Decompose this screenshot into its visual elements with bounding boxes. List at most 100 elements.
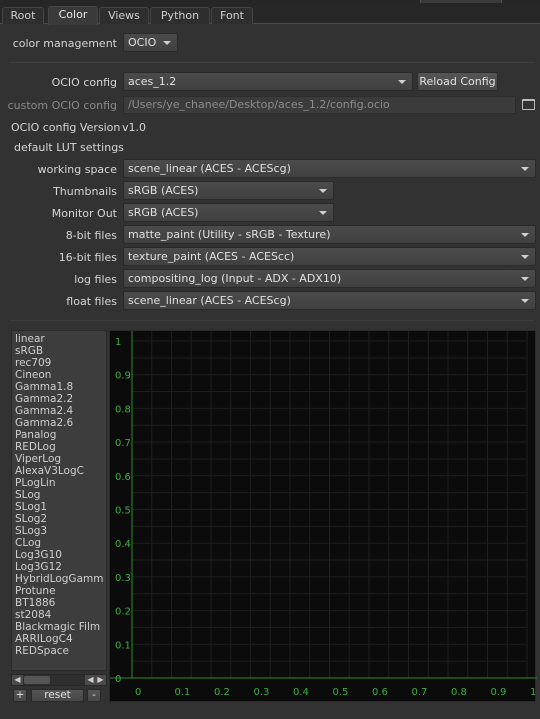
y-tick-label: 0 [115, 674, 121, 685]
list-item[interactable]: BT1886 [12, 597, 106, 609]
monitor-out-value: sRGB (ACES) [128, 206, 199, 219]
tab-views[interactable]: Views [99, 7, 149, 24]
x-tick-label: 1 [530, 687, 536, 698]
list-item[interactable]: Log3G10 [12, 549, 106, 561]
tab-root[interactable]: Root [2, 7, 44, 24]
scroll-right-icon[interactable]: ▶ [95, 675, 106, 685]
y-tick-label: 1 [115, 337, 121, 348]
ocio-version-label: OCIO config Version [11, 121, 121, 134]
color-management-dropdown[interactable]: OCIO [123, 33, 178, 52]
16bit-files-label: 16-bit files [58, 251, 117, 264]
list-item[interactable]: ViperLog [12, 453, 106, 465]
thumbnails-label: Thumbnails [53, 185, 117, 198]
x-tick-label: 0.8 [451, 687, 467, 698]
divider [10, 320, 534, 321]
list-item[interactable]: SLog1 [12, 501, 106, 513]
list-item[interactable]: ARRILogC4 [12, 633, 106, 645]
curve-list-scrollbar[interactable]: ◀ ◀ ▶ [11, 674, 107, 686]
curve-graph[interactable]: 1 0.9 0.8 0.7 0.6 0.5 0.4 0.3 0.2 0.1 0 0 0.1 0.2 0.3 0… [109, 330, 537, 703]
x-tick-label: 0 [135, 687, 141, 698]
tab-python[interactable]: Python [150, 7, 210, 24]
x-tick-label: 0.3 [254, 687, 270, 698]
list-item[interactable]: CLog [12, 537, 106, 549]
list-item[interactable]: SLog2 [12, 513, 106, 525]
list-item[interactable]: Blackmagic Film [12, 621, 106, 633]
16bit-files-dropdown[interactable]: texture_paint (ACES - ACEScc) [123, 247, 536, 266]
panel-grip[interactable] [420, 0, 502, 3]
divider [10, 62, 534, 63]
working-space-dropdown[interactable]: scene_linear (ACES - ACEScg) [123, 159, 536, 178]
custom-ocio-config-field[interactable]: /Users/ye_chanee/Desktop/aces_1.2/config… [123, 96, 516, 114]
chevron-down-icon [521, 233, 529, 237]
x-tick-label: 0.9 [491, 687, 507, 698]
remove-curve-button[interactable]: - [87, 689, 101, 702]
list-item[interactable]: AlexaV3LogC [12, 465, 106, 477]
list-item[interactable]: SLog3 [12, 525, 106, 537]
chevron-down-icon [163, 41, 171, 45]
chevron-down-icon [319, 189, 327, 193]
curve-graph-canvas[interactable]: 1 0.9 0.8 0.7 0.6 0.5 0.4 0.3 0.2 0.1 0 0 0.1 0.2 0.3 0… [110, 331, 537, 703]
thumbnails-dropdown[interactable]: sRGB (ACES) [123, 181, 334, 200]
log-files-label: log files [74, 273, 117, 286]
chevron-down-icon [521, 277, 529, 281]
list-item[interactable]: Cineon [12, 369, 106, 381]
log-files-dropdown[interactable]: compositing_log (Input - ADX - ADX10) [123, 269, 536, 288]
add-curve-button[interactable]: + [13, 689, 27, 702]
chevron-down-icon [521, 167, 529, 171]
y-tick-label: 0.4 [115, 539, 131, 550]
x-tick-label: 0.7 [412, 687, 428, 698]
color-management-label: color management [12, 37, 117, 50]
list-item[interactable]: Gamma1.8 [12, 381, 106, 393]
list-item[interactable]: Gamma2.6 [12, 417, 106, 429]
list-item[interactable]: HybridLogGamm [12, 573, 106, 585]
list-item[interactable]: Gamma2.2 [12, 393, 106, 405]
list-item[interactable]: st2084 [12, 609, 106, 621]
float-files-dropdown[interactable]: scene_linear (ACES - ACEScg) [123, 291, 536, 310]
y-tick-label: 0.2 [115, 607, 131, 618]
ocio-version-value: v1.0 [122, 121, 147, 134]
x-tick-label: 0.2 [214, 687, 230, 698]
list-item[interactable]: sRGB [12, 345, 106, 357]
default-lut-settings-heading: default LUT settings [14, 141, 124, 154]
reload-config-button[interactable]: Reload Config [417, 72, 498, 91]
custom-ocio-config-label: custom OCIO config [7, 99, 117, 112]
color-panel: color management OCIO OCIO config aces_1… [4, 25, 537, 718]
ocio-config-value: aces_1.2 [128, 75, 177, 88]
chevron-down-icon [521, 255, 529, 259]
chevron-down-icon [398, 80, 406, 84]
thumbnails-value: sRGB (ACES) [128, 184, 199, 197]
list-item[interactable]: Protune [12, 585, 106, 597]
monitor-out-label: Monitor Out [51, 207, 117, 220]
scrollbar-thumb[interactable] [24, 676, 50, 684]
list-item[interactable]: rec709 [12, 357, 106, 369]
y-tick-label: 0.8 [115, 404, 131, 415]
x-tick-label: 0.4 [293, 687, 309, 698]
8bit-files-dropdown[interactable]: matte_paint (Utility - sRGB - Texture) [123, 225, 536, 244]
y-tick-label: 0.3 [115, 573, 131, 584]
chevron-down-icon [521, 299, 529, 303]
tab-color[interactable]: Color [48, 6, 98, 25]
y-tick-label: 0.5 [115, 506, 131, 517]
float-files-value: scene_linear (ACES - ACEScg) [128, 294, 291, 307]
list-item[interactable]: Gamma2.4 [12, 405, 106, 417]
working-space-label: working space [37, 163, 117, 176]
y-tick-label: 0.9 [115, 371, 131, 382]
lut-curve-list[interactable]: linear sRGB rec709 Cineon Gamma1.8 Gamma2.2 Ga… [11, 330, 107, 671]
list-item[interactable]: REDSpace [12, 645, 106, 657]
log-files-value: compositing_log (Input - ADX - ADX10) [128, 272, 342, 285]
list-item[interactable]: REDLog [12, 441, 106, 453]
scroll-left-icon[interactable]: ◀ [12, 675, 23, 685]
list-item[interactable]: SLog [12, 489, 106, 501]
ocio-config-dropdown[interactable]: aces_1.2 [123, 72, 413, 91]
monitor-out-dropdown[interactable]: sRGB (ACES) [123, 203, 334, 222]
list-item[interactable]: Log3G12 [12, 561, 106, 573]
reset-curve-button[interactable]: reset [31, 689, 84, 702]
list-item[interactable]: PLogLin [12, 477, 106, 489]
chevron-down-icon [319, 211, 327, 215]
tab-bar: Root Color Views Python Font [0, 6, 540, 25]
color-management-value: OCIO [128, 36, 157, 49]
tab-font[interactable]: Font [211, 7, 253, 24]
list-item[interactable]: Panalog [12, 429, 106, 441]
list-item[interactable]: linear [12, 333, 106, 345]
folder-icon[interactable] [522, 99, 535, 110]
